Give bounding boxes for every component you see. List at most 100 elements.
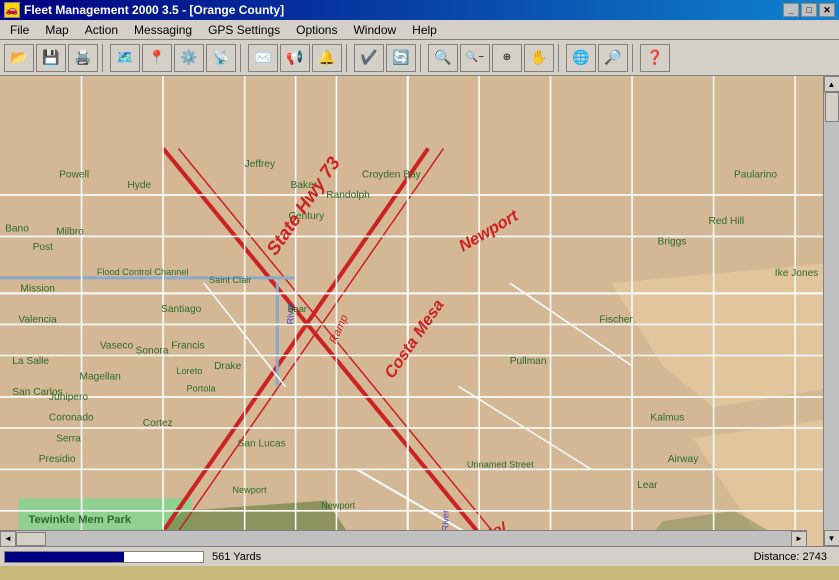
svg-text:Tewinkle Mem Park: Tewinkle Mem Park [29, 514, 132, 526]
svg-text:Randolph: Randolph [326, 190, 370, 201]
svg-text:Drake: Drake [214, 361, 241, 372]
app-icon: 🚗 [4, 2, 20, 18]
svg-text:Post: Post [33, 242, 54, 253]
title-text: Fleet Management 2000 3.5 - [Orange Coun… [24, 3, 284, 17]
svg-text:Milbro: Milbro [56, 226, 84, 237]
zoom-fit-button[interactable]: ⊕ [492, 44, 522, 72]
map-container[interactable]: Powell Hyde Jeffrey Baker Randolph Croyd… [0, 76, 839, 546]
svg-text:Powell: Powell [59, 169, 89, 180]
horizontal-scrollbar[interactable]: ◄ ► [0, 530, 807, 546]
svg-text:La Salle: La Salle [12, 356, 49, 367]
svg-text:Fischer: Fischer [599, 314, 633, 325]
separator-5 [558, 44, 562, 72]
svg-text:Coronado: Coronado [49, 413, 94, 424]
svg-text:Newport: Newport [321, 501, 356, 511]
title-bar-buttons[interactable]: _ □ ✕ [783, 3, 835, 17]
scroll-track-horizontal [16, 531, 791, 547]
globe-button[interactable]: 🌐 [566, 44, 596, 72]
message-button[interactable]: ✉️ [248, 44, 278, 72]
menu-window[interactable]: Window [345, 20, 404, 39]
svg-text:Cortez: Cortez [143, 418, 173, 429]
svg-text:Bano: Bano [5, 223, 29, 234]
svg-text:Unnamed Street: Unnamed Street [467, 459, 534, 469]
svg-text:Ike Jones: Ike Jones [775, 268, 819, 279]
separator-2 [240, 44, 244, 72]
save-button[interactable]: 💾 [36, 44, 66, 72]
svg-text:Lear: Lear [637, 480, 658, 491]
zoom-in-button[interactable]: 🔍 [428, 44, 458, 72]
alert-button[interactable]: 🔔 [312, 44, 342, 72]
menu-file[interactable]: File [2, 20, 37, 39]
print-button[interactable]: 🖨️ [68, 44, 98, 72]
progress-fill [5, 552, 124, 562]
svg-text:San Lucas: San Lucas [238, 439, 286, 450]
svg-text:Valencia: Valencia [18, 314, 57, 325]
svg-text:Vaseco: Vaseco [100, 340, 134, 351]
map-svg: Powell Hyde Jeffrey Baker Randolph Croyd… [0, 76, 839, 546]
menu-action[interactable]: Action [77, 20, 126, 39]
scroll-thumb-vertical[interactable] [825, 92, 839, 122]
pan-button[interactable]: ✋ [524, 44, 554, 72]
svg-text:Flood Control Channel: Flood Control Channel [97, 267, 189, 277]
scroll-up-button[interactable]: ▲ [824, 76, 839, 92]
svg-text:Pullman: Pullman [510, 356, 547, 367]
menu-bar: File Map Action Messaging GPS Settings O… [0, 20, 839, 40]
restore-button[interactable]: □ [801, 3, 817, 17]
svg-text:Portola: Portola [187, 384, 217, 394]
distance-text: Distance: 2743 [754, 551, 835, 563]
check-button[interactable]: ✔️ [354, 44, 384, 72]
svg-text:Airway: Airway [668, 454, 699, 465]
menu-map[interactable]: Map [37, 20, 76, 39]
scroll-right-button[interactable]: ► [791, 531, 807, 547]
scale-text: 561 Yards [212, 551, 261, 563]
progress-bar [4, 551, 204, 563]
minimize-button[interactable]: _ [783, 3, 799, 17]
scroll-thumb-horizontal[interactable] [16, 532, 46, 546]
svg-text:Paularino: Paularino [734, 169, 777, 180]
toolbar: 📂 💾 🖨️ 🗺️ 📍 ⚙️ 📡 ✉️ 📢 🔔 ✔️ 🔄 🔍 🔍− ⊕ ✋ 🌐 … [0, 40, 839, 76]
svg-text:Briggs: Briggs [658, 237, 687, 248]
svg-text:Mission: Mission [20, 283, 55, 294]
gps-button[interactable]: 📡 [206, 44, 236, 72]
search-button[interactable]: 🔎 [598, 44, 628, 72]
svg-text:Saint Clair: Saint Clair [209, 275, 251, 285]
pin-button[interactable]: 📍 [142, 44, 172, 72]
open-button[interactable]: 📂 [4, 44, 34, 72]
settings-button[interactable]: ⚙️ [174, 44, 204, 72]
menu-messaging[interactable]: Messaging [126, 20, 200, 39]
menu-gps-settings[interactable]: GPS Settings [200, 20, 288, 39]
svg-text:Hyde: Hyde [127, 180, 151, 191]
svg-text:Presidio: Presidio [39, 454, 76, 465]
menu-help[interactable]: Help [404, 20, 445, 39]
svg-text:River: River [441, 510, 451, 532]
svg-text:Jeffrey: Jeffrey [245, 159, 276, 170]
title-bar: 🚗 Fleet Management 2000 3.5 - [Orange Co… [0, 0, 839, 20]
svg-text:Loreto: Loreto [176, 366, 202, 376]
help-button[interactable]: ❓ [640, 44, 670, 72]
svg-text:Croyden Bay: Croyden Bay [362, 169, 422, 180]
svg-text:Red Hill: Red Hill [709, 216, 745, 227]
menu-options[interactable]: Options [288, 20, 345, 39]
svg-text:Sonora: Sonora [136, 345, 169, 356]
scroll-left-button[interactable]: ◄ [0, 531, 16, 547]
svg-text:Newport: Newport [232, 485, 267, 495]
svg-text:San Carlos: San Carlos [12, 387, 62, 398]
svg-text:Magellan: Magellan [80, 371, 122, 382]
refresh-button[interactable]: 🔄 [386, 44, 416, 72]
svg-text:Kalmus: Kalmus [650, 413, 684, 424]
zoom-out-button[interactable]: 🔍− [460, 44, 490, 72]
svg-text:Francis: Francis [171, 340, 204, 351]
close-button[interactable]: ✕ [819, 3, 835, 17]
status-bar: 561 Yards Distance: 2743 [0, 546, 839, 566]
vertical-scrollbar[interactable]: ▲ ▼ [823, 76, 839, 546]
svg-text:Serra: Serra [56, 433, 81, 444]
svg-text:Bear: Bear [287, 304, 306, 314]
separator-4 [420, 44, 424, 72]
separator-1 [102, 44, 106, 72]
scroll-track-vertical [824, 92, 839, 530]
separator-3 [346, 44, 350, 72]
separator-6 [632, 44, 636, 72]
map-button[interactable]: 🗺️ [110, 44, 140, 72]
broadcast-button[interactable]: 📢 [280, 44, 310, 72]
scroll-down-button[interactable]: ▼ [824, 530, 839, 546]
